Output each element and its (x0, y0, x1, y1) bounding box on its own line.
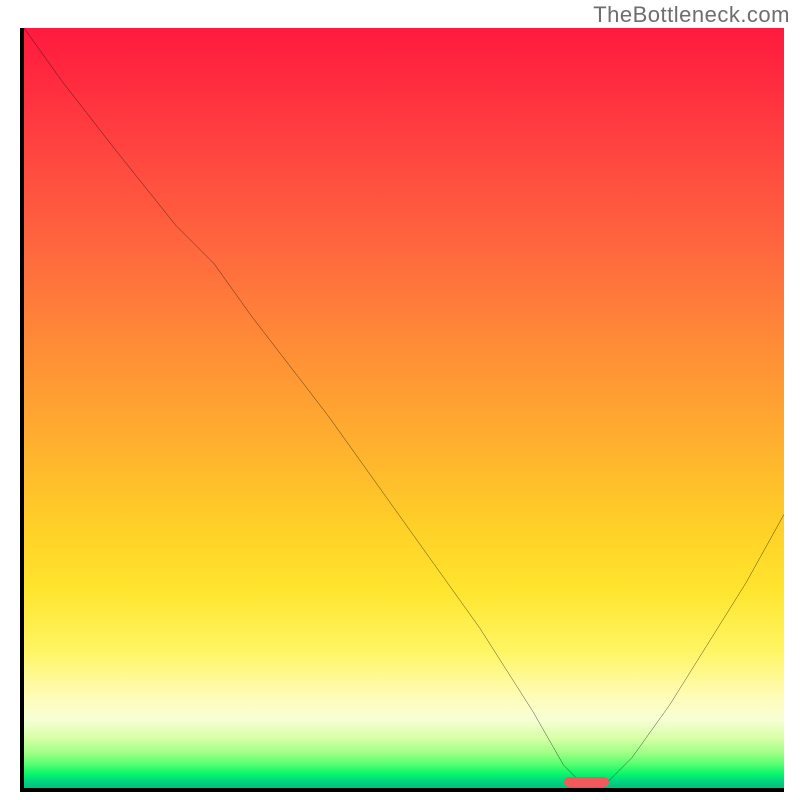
bottleneck-chart: TheBottleneck.com (0, 0, 800, 800)
optimal-range-marker (564, 777, 610, 788)
plot-area (20, 28, 784, 792)
watermark-text: TheBottleneck.com (593, 2, 790, 28)
bottleneck-curve (24, 28, 784, 788)
